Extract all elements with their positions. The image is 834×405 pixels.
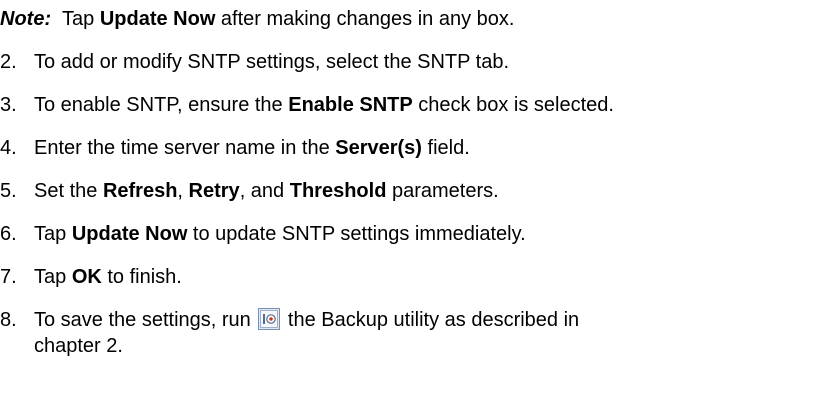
step-bold-servers: Server(s) <box>335 137 422 159</box>
step-text-part: check box is selected. <box>412 94 614 116</box>
document-page: Note: Tap Update Now after making changes… <box>0 0 834 405</box>
step-number: 3. <box>0 94 17 116</box>
step-text: To add or modify SNTP settings, select t… <box>34 49 824 75</box>
note-bold-update-now: Update Now <box>99 8 216 30</box>
step-text-part: To save the settings, run <box>34 309 257 331</box>
step-text-part: to update SNTP settings immediately. <box>187 223 526 245</box>
step-text-part: To add or modify SNTP settings, select t… <box>34 51 510 73</box>
step-text: Tap OK to finish. <box>34 264 824 290</box>
note-text-before: Tap <box>62 8 100 30</box>
step-number: 2. <box>0 51 17 73</box>
step-number: 6. <box>0 223 17 245</box>
step-bold-enable-sntp: Enable SNTP <box>288 94 413 116</box>
step-text: To enable SNTP, ensure the Enable SNTP c… <box>34 92 824 118</box>
step-text-part: , and <box>239 180 290 202</box>
step-text-part: parameters. <box>386 180 499 202</box>
step-text-part: Tap <box>34 266 72 288</box>
step-text-part: to finish. <box>101 266 182 288</box>
step-text-part: , <box>177 180 189 202</box>
step-bold-update-now: Update Now <box>71 223 188 245</box>
step-bold-refresh: Refresh <box>102 180 178 202</box>
note-text-after: after making changes in any box. <box>215 8 515 30</box>
step-text-part: the Backup utility as described in <box>282 309 580 331</box>
step-text: Enter the time server name in the Server… <box>34 135 824 161</box>
step-text: Tap Update Now to update SNTP settings i… <box>34 221 824 247</box>
step-number: 4. <box>0 137 17 159</box>
step-text: Set the Refresh, Retry, and Threshold pa… <box>34 178 824 204</box>
note-label: Note: <box>0 8 52 30</box>
step-text-part: Set the <box>34 180 103 202</box>
step-number: 7. <box>0 266 17 288</box>
step-text-part: To enable SNTP, ensure the <box>34 94 289 116</box>
step-text: To save the settings, run the Backup uti… <box>34 307 824 333</box>
step-text-part: Enter the time server name in the <box>34 137 336 159</box>
backup-utility-icon <box>258 308 281 330</box>
step-number: 5. <box>0 180 17 202</box>
step-number: 8. <box>0 309 17 331</box>
step-bold-ok: OK <box>71 266 102 288</box>
step-text-line2: chapter 2. <box>34 335 123 357</box>
step-bold-retry: Retry <box>188 180 240 202</box>
step-text-part: Tap <box>34 223 72 245</box>
step-bold-threshold: Threshold <box>289 180 387 202</box>
step-text-part: field. <box>421 137 470 159</box>
note: Note: Tap Update Now after making changes… <box>0 6 514 32</box>
